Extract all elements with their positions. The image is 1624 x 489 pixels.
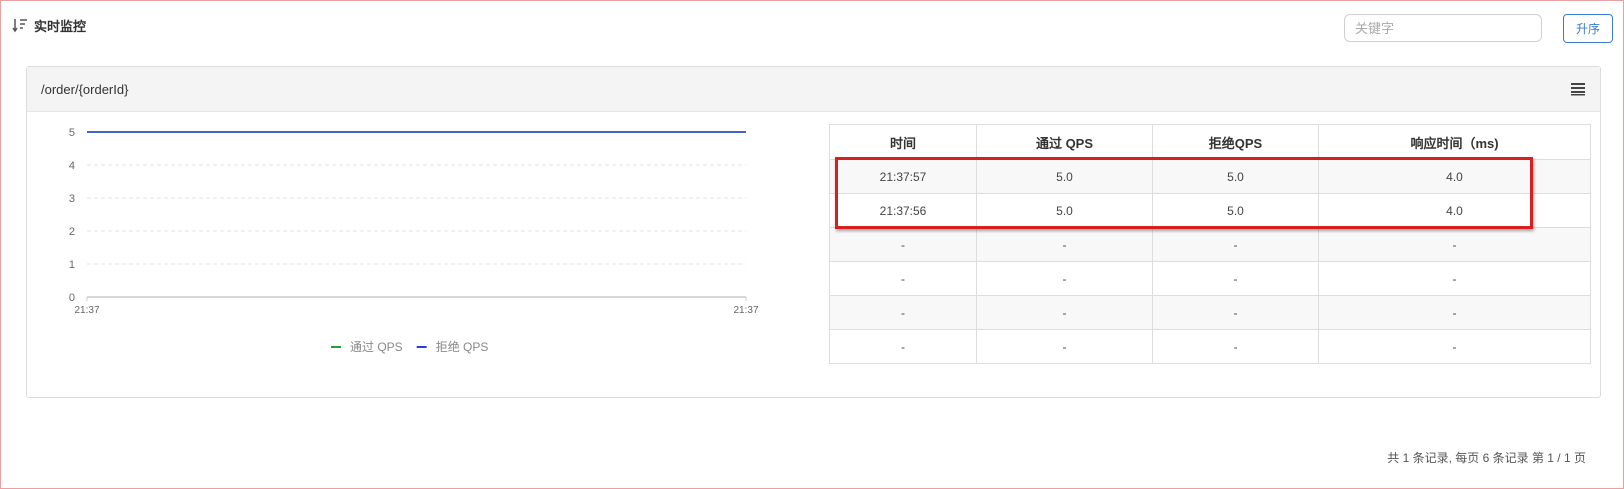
table-header-row: 时间 通过 QPS 拒绝QPS 响应时间（ms) (829, 124, 1591, 160)
cell-time: - (829, 295, 977, 330)
page-title: 实时监控 (34, 18, 87, 34)
resource-panel: /order/{orderId} 0 1 2 3 4 5 21:37 21:37 通过 QPS 拒… (26, 66, 1601, 398)
y-tick-label: 0 (69, 292, 75, 304)
cell-time: - (829, 261, 977, 296)
page-header: 实时监控 (12, 14, 86, 36)
cell-response-time: - (1318, 329, 1591, 364)
x-tick-label: 21:37 (74, 305, 99, 316)
cell-response-time: - (1318, 295, 1591, 330)
pagination-info: 共 1 条记录, 每页 6 条记录 第 1 / 1 页 (1387, 451, 1586, 465)
highlight-annotation-box (835, 157, 1533, 229)
y-tick-label: 2 (69, 226, 75, 238)
legend-label-0: 通过 QPS (350, 340, 403, 354)
table-row: - - - - (829, 295, 1591, 330)
column-header-block-qps[interactable]: 拒绝QPS (1152, 124, 1319, 160)
y-tick-label: 3 (69, 193, 75, 205)
column-header-time[interactable]: 时间 (829, 124, 977, 160)
cell-block-qps: - (1152, 227, 1319, 262)
resource-name: /order/{orderId} (41, 81, 129, 97)
cell-response-time: - (1318, 227, 1591, 262)
table-row: - - - - (829, 329, 1591, 364)
column-header-pass-qps[interactable]: 通过 QPS (976, 124, 1153, 160)
column-header-response-time[interactable]: 响应时间（ms) (1318, 124, 1591, 160)
sort-order-button[interactable]: 升序 (1563, 14, 1613, 43)
cell-block-qps: - (1152, 329, 1319, 364)
legend-label-1: 拒绝 QPS (436, 339, 489, 354)
y-tick-label: 4 (69, 160, 75, 172)
qps-line-chart: 0 1 2 3 4 5 21:37 21:37 通过 QPS 拒绝 QPS (69, 127, 759, 354)
cell-pass-qps: - (976, 295, 1153, 330)
y-tick-label: 1 (69, 259, 75, 271)
y-tick-label: 5 (69, 127, 75, 139)
cell-block-qps: - (1152, 295, 1319, 330)
search-input[interactable] (1344, 14, 1542, 42)
cell-block-qps: - (1152, 261, 1319, 296)
table-row: - - - - (829, 261, 1591, 296)
cell-response-time: - (1318, 261, 1591, 296)
panel-header: /order/{orderId} (27, 67, 1600, 112)
hamburger-menu-icon[interactable] (1570, 82, 1586, 96)
sort-descending-icon[interactable] (12, 17, 28, 33)
cell-pass-qps: - (976, 261, 1153, 296)
x-tick-label: 21:37 (733, 305, 758, 316)
cell-time: - (829, 329, 977, 364)
cell-pass-qps: - (976, 227, 1153, 262)
cell-time: - (829, 227, 977, 262)
cell-pass-qps: - (976, 329, 1153, 364)
table-row: - - - - (829, 227, 1591, 262)
